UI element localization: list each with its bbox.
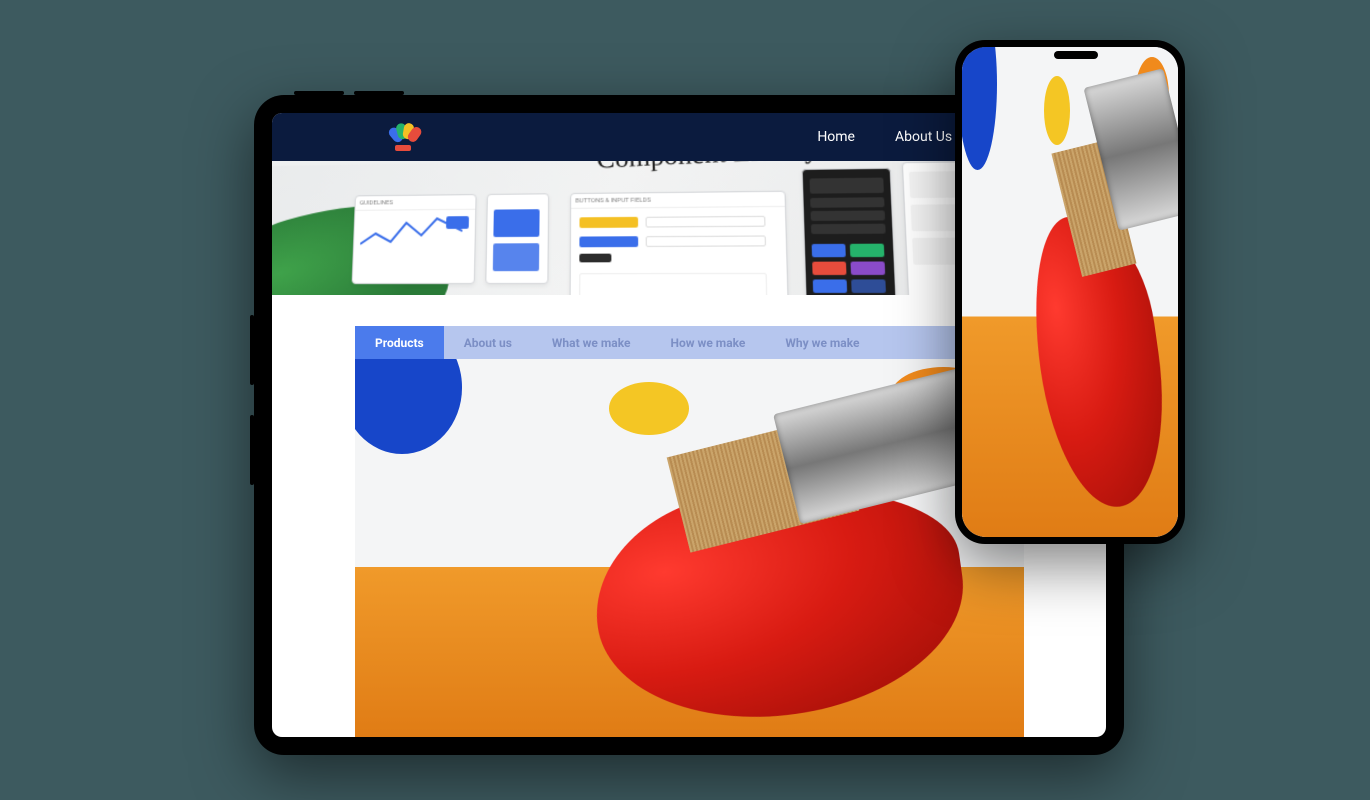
tab-what-we-make[interactable]: What we make [532, 326, 651, 359]
tablet-panel-image [383, 383, 1005, 513]
phone-device: Component Library BUTTONS & INPUT FIELDS… [955, 40, 1185, 544]
hero-title: Component Library [596, 161, 819, 175]
tablet-volume-down[interactable] [354, 91, 404, 95]
tab-how-we-make[interactable]: How we make [650, 326, 765, 359]
phone-screen: Component Library BUTTONS & INPUT FIELDS… [962, 47, 1178, 537]
brand-logo-icon[interactable] [392, 123, 416, 151]
tab-about-us[interactable]: About us [444, 326, 532, 359]
nav-home[interactable]: Home [817, 129, 855, 145]
tablet-tab-panel: Lorem ipsum dolor sit amet, consectetur … [355, 359, 1024, 737]
tablet-tabbar: Products About us What we make How we ma… [355, 326, 1024, 359]
tablet-volume-up[interactable] [294, 91, 344, 95]
hero-card-guidelines-label: GUIDELINES [355, 195, 475, 211]
tab-products[interactable]: Products [355, 326, 444, 359]
tab-why-we-make[interactable]: Why we make [765, 326, 879, 359]
tablet-side-button-b[interactable] [250, 415, 254, 485]
nav-about[interactable]: About Us [895, 129, 952, 145]
tablet-side-button-a[interactable] [250, 315, 254, 385]
phone-notch [1054, 51, 1098, 59]
phone-panel-image [968, 357, 1172, 454]
hero-card-section-label: BUTTONS & INPUT FIELDS [571, 192, 785, 209]
